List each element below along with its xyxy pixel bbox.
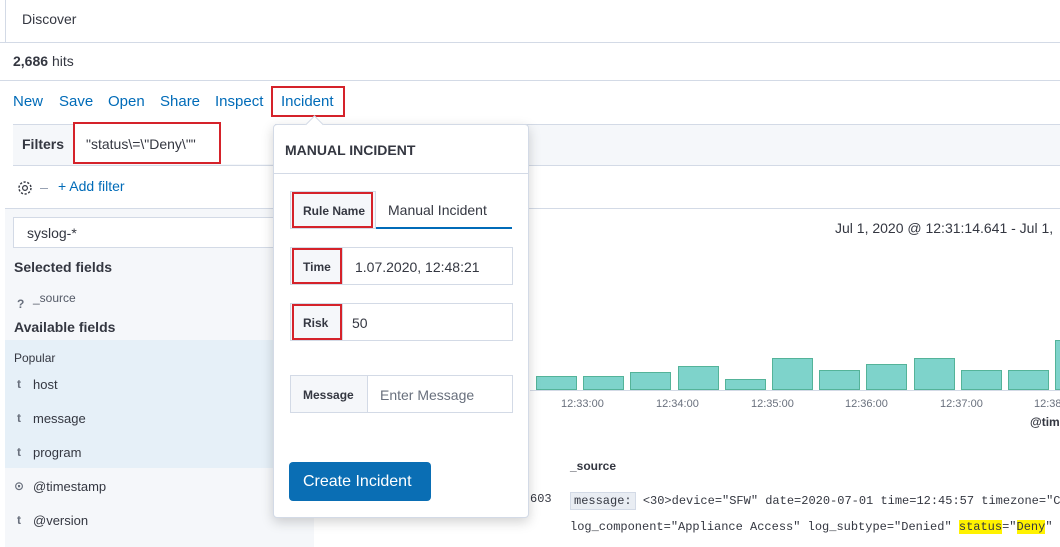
filters-label: Filters xyxy=(22,136,65,152)
message-key-badge: message: xyxy=(570,492,636,510)
add-filter-button[interactable]: + Add filter xyxy=(58,178,125,194)
gear-dash xyxy=(40,188,48,189)
field-item-source[interactable]: ? _source xyxy=(0,288,314,322)
selected-fields-title: Selected fields xyxy=(14,259,113,275)
inspect-button[interactable]: Inspect xyxy=(215,93,263,110)
app-title: Discover xyxy=(22,11,77,27)
field-name: @version xyxy=(33,513,89,528)
line2-text: log_component="Appliance Access" log_sub… xyxy=(570,520,959,534)
histogram-bar[interactable] xyxy=(772,358,813,390)
time-value: 1.07.2020, 12:48:21 xyxy=(355,259,480,275)
rule-name-highlight-box xyxy=(292,192,373,228)
share-button[interactable]: Share xyxy=(160,93,200,110)
field-type-icon: t xyxy=(17,513,21,527)
risk-highlight-box xyxy=(292,304,342,340)
field-name: message xyxy=(33,411,86,426)
field-type-icon: t xyxy=(17,411,21,425)
modal-title: MANUAL INCIDENT xyxy=(285,142,416,158)
message-label-box: Message xyxy=(290,375,368,413)
field-name: program xyxy=(33,445,82,460)
available-fields-title: Available fields xyxy=(14,319,116,335)
x-tick: 12:37:00 xyxy=(940,398,983,410)
source-column-header: _source xyxy=(570,459,617,473)
risk-input[interactable]: 50 xyxy=(342,303,513,341)
field-item-message[interactable]: t message xyxy=(0,402,314,436)
x-tick: 12:36:00 xyxy=(845,398,888,410)
create-incident-label: Create Incident xyxy=(303,473,412,490)
histogram-bar[interactable] xyxy=(913,358,955,390)
histogram-bar[interactable] xyxy=(1008,370,1049,390)
histogram-chart xyxy=(530,340,1060,392)
app-header: Discover xyxy=(0,0,1060,42)
field-item-version[interactable]: t @version xyxy=(0,504,314,538)
modal-title-divider xyxy=(274,173,528,174)
gear-icon[interactable] xyxy=(16,179,34,197)
risk-value: 50 xyxy=(352,315,368,331)
field-item-program[interactable]: t program xyxy=(0,436,314,470)
line2-after: " p xyxy=(1045,520,1060,534)
rule-name-input[interactable]: Manual Incident xyxy=(376,191,512,229)
row-prefix: 603 xyxy=(530,492,552,506)
time-highlight-box xyxy=(292,248,342,284)
x-tick: 12:38 xyxy=(1034,398,1060,410)
field-type-icon: t xyxy=(17,445,21,459)
field-item-host[interactable]: t host xyxy=(0,368,314,402)
histogram-bar[interactable] xyxy=(819,370,861,390)
field-name: host xyxy=(33,377,58,392)
save-button[interactable]: Save xyxy=(59,93,93,110)
line2-eq: =" xyxy=(1002,520,1017,534)
index-pattern-select[interactable]: syslog-* xyxy=(13,217,313,248)
histogram-bar[interactable] xyxy=(536,376,577,390)
new-button[interactable]: New xyxy=(13,93,43,110)
x-tick: 12:35:00 xyxy=(751,398,794,410)
rule-name-value: Manual Incident xyxy=(388,202,487,218)
index-pattern-label: syslog-* xyxy=(27,225,77,241)
histogram-bar[interactable] xyxy=(866,364,908,390)
source-line-2: log_component="Appliance Access" log_sub… xyxy=(570,520,1060,534)
message-input[interactable]: Enter Message xyxy=(367,375,513,413)
header-divider xyxy=(0,42,1060,43)
status-highlight: status xyxy=(958,520,1003,534)
popover-arrow xyxy=(305,115,324,134)
histogram-bar[interactable] xyxy=(960,370,1002,390)
histogram-bar[interactable] xyxy=(583,376,625,390)
histogram-bar[interactable] xyxy=(677,366,719,390)
incident-highlight-box xyxy=(271,86,345,117)
message-text: <30>device="SFW" date=2020-07-01 time=12… xyxy=(642,494,1060,508)
message-placeholder: Enter Message xyxy=(380,387,475,403)
create-incident-button[interactable]: Create Incident xyxy=(289,462,431,501)
field-type-icon: ? xyxy=(17,297,25,311)
histogram-bar[interactable] xyxy=(630,372,672,390)
field-item-timestamp[interactable]: ⊙ @timestamp xyxy=(0,470,314,504)
time-range: Jul 1, 2020 @ 12:31:14.641 - Jul 1, xyxy=(835,220,1054,236)
time-input[interactable]: 1.07.2020, 12:48:21 xyxy=(342,247,513,285)
field-name: _source xyxy=(33,291,76,305)
field-name: @timestamp xyxy=(33,479,107,494)
popular-title: Popular xyxy=(14,351,56,365)
deny-highlight: Deny xyxy=(1016,520,1046,534)
x-tick: 12:33:00 xyxy=(561,398,604,410)
x-axis-label: @tim xyxy=(1030,415,1060,429)
clock-icon: ⊙ xyxy=(14,479,25,493)
field-type-icon: t xyxy=(17,377,21,391)
hits-divider xyxy=(0,80,1060,81)
header-left-border xyxy=(5,0,6,42)
filter-highlight-box xyxy=(73,122,221,164)
histogram-bar[interactable] xyxy=(1055,340,1060,390)
message-label: Message xyxy=(303,388,354,402)
chart-baseline xyxy=(530,390,1060,391)
hits-count: 2,686 hits xyxy=(13,53,74,69)
histogram-bar[interactable] xyxy=(724,379,766,390)
x-tick: 12:34:00 xyxy=(656,398,699,410)
source-line-1: message: <30>device="SFW" date=2020-07-0… xyxy=(570,492,1060,510)
open-button[interactable]: Open xyxy=(108,93,145,110)
